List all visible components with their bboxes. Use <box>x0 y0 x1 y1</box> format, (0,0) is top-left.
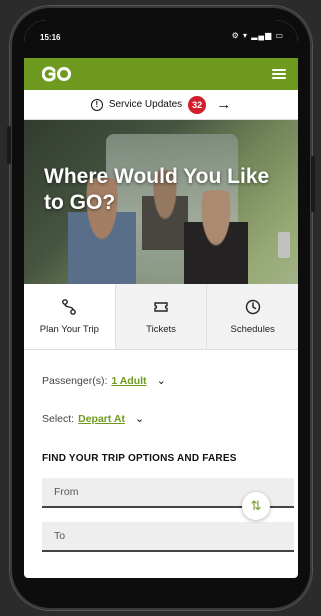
service-updates-bar[interactable]: ! Service Updates 32 → <box>24 90 298 120</box>
to-field[interactable]: To <box>42 522 294 552</box>
departure-type-row: Select: Depart At ⌄ <box>42 412 144 426</box>
go-logo[interactable] <box>42 66 72 82</box>
alert-info-icon: ! <box>90 98 103 111</box>
tab-label: Tickets <box>146 324 176 335</box>
passengers-select[interactable]: 1 Adult <box>111 375 146 387</box>
chevron-down-icon[interactable]: ⌄ <box>157 374 166 387</box>
notch <box>94 20 228 42</box>
status-time: 15:16 <box>40 33 61 42</box>
tab-label: Plan Your Trip <box>39 324 99 335</box>
hero-banner: Where Would You Like to GO? <box>24 120 298 284</box>
trip-tabs: Plan Your Trip Tickets Schedules <box>24 284 298 350</box>
tab-schedules[interactable]: Schedules <box>206 284 298 349</box>
go-logo-mark <box>42 66 71 82</box>
hero-title: Where Would You Like to GO? <box>44 165 270 214</box>
section-title: FIND YOUR TRIP OPTIONS AND FARES <box>42 453 237 464</box>
hamburger-menu-icon[interactable] <box>272 69 286 79</box>
passengers-row: Passenger(s): 1 Adult ⌄ <box>42 374 166 388</box>
app-header <box>24 58 298 90</box>
tab-tickets[interactable]: Tickets <box>114 284 207 349</box>
chevron-down-icon[interactable]: ⌄ <box>135 412 144 425</box>
tab-label: Schedules <box>230 324 275 335</box>
ticket-icon <box>152 298 170 316</box>
clock-icon <box>244 298 262 316</box>
arrow-right-icon[interactable]: → <box>216 97 231 112</box>
phone-screen: 15:16 ⚙ ▾ ▂▄▆ ▭ ! Service Updates 32 → W… <box>24 20 298 578</box>
tab-plan-your-trip[interactable]: Plan Your Trip <box>24 284 115 349</box>
route-icon <box>60 298 78 316</box>
passengers-label: Passenger(s): <box>42 374 108 387</box>
volume-button <box>7 126 11 164</box>
select-label: Select: <box>42 412 75 425</box>
phone-frame: 15:16 ⚙ ▾ ▂▄▆ ▭ ! Service Updates 32 → W… <box>7 6 315 610</box>
service-updates-count-badge: 32 <box>188 95 207 114</box>
status-icons: ⚙ ▾ ▂▄▆ ▭ <box>231 31 284 40</box>
power-button <box>311 156 315 212</box>
departure-type-select[interactable]: Depart At <box>78 413 125 425</box>
swap-icon[interactable]: ⇅ <box>242 492 270 520</box>
service-updates-label: Service Updates <box>108 99 183 110</box>
